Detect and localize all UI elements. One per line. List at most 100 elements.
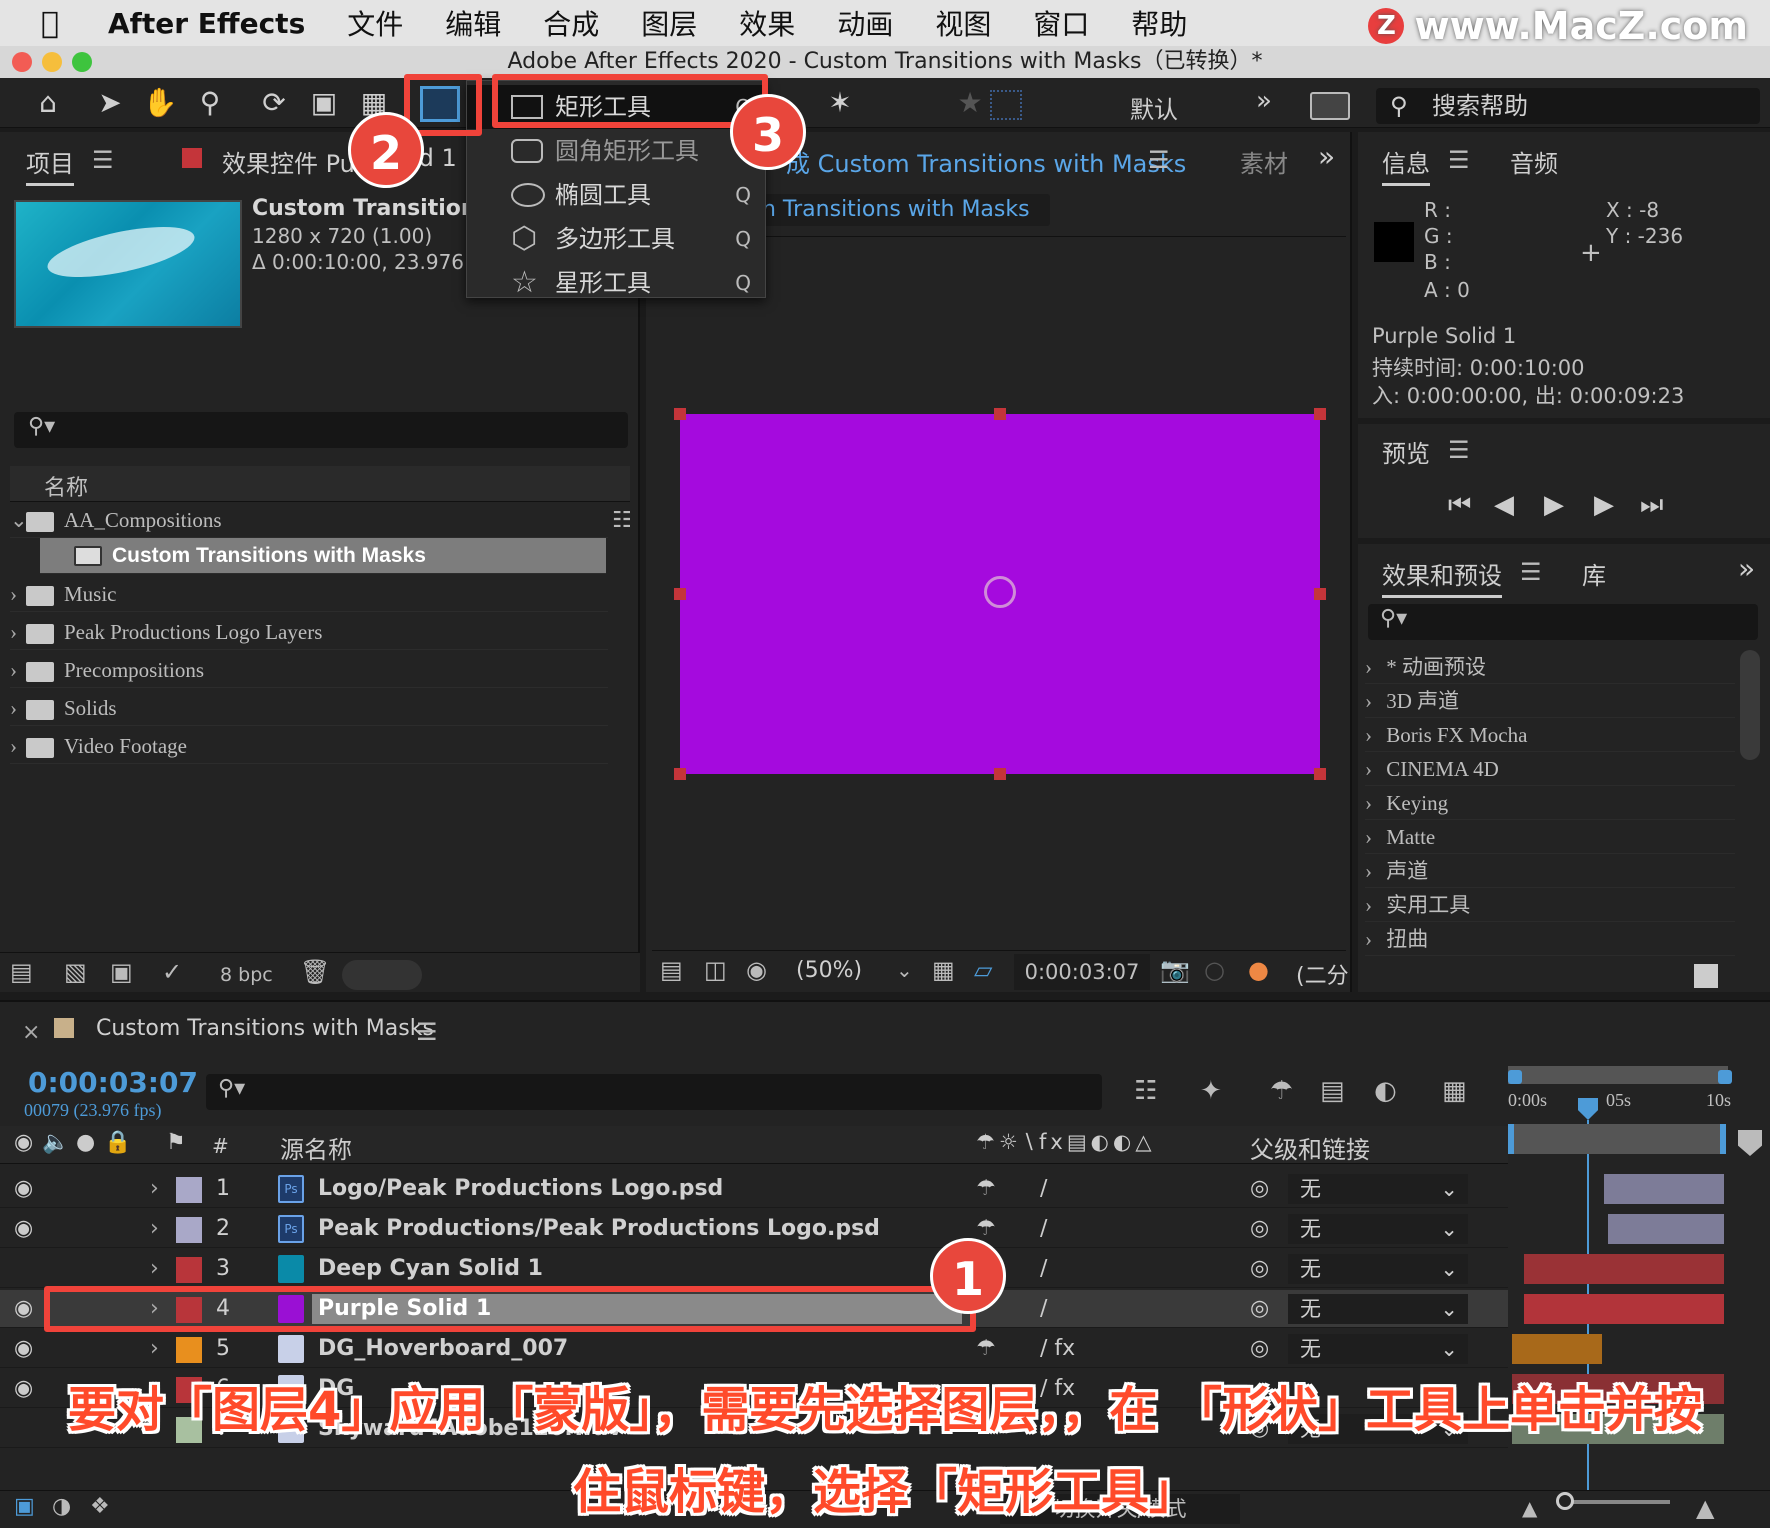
effects-item[interactable]: › Boris FX Mocha [1365,718,1735,752]
layer-name[interactable]: Peak Productions/Peak Productions Logo.p… [318,1210,880,1248]
parent-select[interactable]: 无 ⌄ [1288,1294,1468,1324]
table-row[interactable]: ◉ › 1 Ps Logo/Peak Productions Logo.psd … [0,1170,1508,1208]
effects-item[interactable]: › 3D 声道 [1365,684,1735,718]
new-composition-icon[interactable]: ▣ [110,958,133,986]
fx-switch-icon[interactable]: ∕ fx [1040,1330,1075,1368]
audio-icon[interactable]: 🔈 [42,1130,69,1155]
parent-select[interactable]: 无 ⌄ [1288,1214,1468,1244]
layer-handle-bc[interactable] [994,768,1006,780]
effects-menu-icon[interactable]: ☰ [1520,558,1542,586]
effects-item[interactable]: › CINEMA 4D [1365,752,1735,786]
menu-animation[interactable]: 动画 [837,3,893,43]
minimize-window-button[interactable] [42,52,62,72]
chevron-right-icon[interactable]: › [150,1330,159,1368]
transparency-grid-icon[interactable]: ▱ [974,956,992,984]
quality-switch-icon[interactable]: ∕ [1040,1170,1047,1208]
current-time[interactable]: 0:00:03:07 [28,1066,198,1099]
workspace-more-icon[interactable]: » [1256,86,1272,116]
last-frame-icon[interactable]: ⏭ [1640,490,1663,521]
tab-footage[interactable]: 素材 [1240,144,1288,179]
layer-handle-tl[interactable] [674,408,686,420]
lock-icon[interactable]: 🔒 [104,1130,131,1155]
parent-select[interactable]: 无 ⌄ [1288,1174,1468,1204]
rotate-tool-icon[interactable]: ⟳ [254,84,294,122]
effects-scrollbar[interactable] [1740,650,1760,760]
column-parent[interactable]: 父级和链接 [1250,1130,1370,1165]
list-item[interactable]: ⌄ AA_Compositions [10,502,608,538]
zoom-select[interactable]: (50%) [796,958,862,983]
effects-item[interactable]: › Keying [1365,786,1735,820]
anchor-point-icon[interactable] [984,576,1016,608]
layer-name[interactable]: DG_Hoverboard_007 [318,1330,568,1368]
interpret-footage-icon[interactable]: ▤ [10,958,33,986]
menu-item-polygon[interactable]: ⬡ 多边形工具 Q [467,217,767,261]
selection-tool-icon[interactable]: ➤ [90,84,130,122]
work-area-end[interactable] [1718,1070,1732,1084]
effects-search-input[interactable]: ⚲▾ [1368,604,1758,640]
eye-icon[interactable]: ◉ [14,1130,33,1155]
menu-composition[interactable]: 合成 [543,3,599,43]
camera-tool-icon[interactable]: ▣ [304,84,344,122]
pickwhip-icon[interactable]: ◎ [1250,1290,1269,1328]
always-preview-icon[interactable]: ▤ [660,956,683,984]
layer-name[interactable]: Deep Cyan Solid 1 [318,1250,543,1288]
search-help-field[interactable]: ⚲ 搜索帮助 [1376,88,1760,124]
list-item[interactable]: › Precompositions [10,652,608,688]
layer-bar[interactable] [1524,1294,1724,1324]
tab-timeline[interactable]: Custom Transitions with Masks [96,1016,434,1041]
tab-library[interactable]: 库 [1582,556,1606,591]
channels-icon[interactable]: ● [1248,956,1269,984]
work-area-bar[interactable] [1508,1066,1728,1084]
new-preset-icon[interactable] [1694,964,1718,988]
layer-bar[interactable] [1608,1214,1724,1244]
column-source-name[interactable]: 源名称 [280,1130,352,1165]
next-frame-icon[interactable]: ▶ [1594,490,1614,520]
panel-more-icon[interactable]: » [1318,140,1335,173]
tab-preview[interactable]: 预览 [1382,434,1430,469]
effects-item[interactable]: › Matte [1365,820,1735,854]
app-menu[interactable]: After Effects [108,7,305,40]
quality-switch-icon[interactable]: ∕ [1040,1250,1047,1288]
trash-icon[interactable]: 🗑 [300,958,330,986]
pickwhip-icon[interactable]: ◎ [1250,1210,1269,1248]
chevron-right-icon[interactable]: › [150,1170,159,1208]
play-icon[interactable]: ▶ [1544,490,1564,520]
frame-blending-icon[interactable]: ▤ [1320,1076,1345,1106]
menu-item-star[interactable]: ☆ 星形工具 Q [467,261,767,305]
zoom-tool-icon[interactable]: ⚲ [190,84,230,122]
timeline-menu-icon[interactable]: ☰ [416,1018,438,1046]
motion-blur-icon[interactable]: ◐ [1374,1076,1397,1106]
shy-icon[interactable]: ☂ [1270,1076,1293,1106]
home-icon[interactable]: ⌂ [28,84,68,122]
info-menu-icon[interactable]: ☰ [1448,146,1470,174]
layer-handle-ml[interactable] [674,588,686,600]
table-row[interactable]: › 3 Deep Cyan Solid 1 ∕ ◎ 无 ⌄ [0,1250,1508,1288]
tab-effect-controls[interactable]: 效果控件 Pu [222,144,355,179]
pickwhip-icon[interactable]: ◎ [1250,1250,1269,1288]
graph-editor-icon[interactable]: ▦ [1442,1076,1467,1106]
display-icon[interactable]: ◫ [704,956,727,984]
tab-audio[interactable]: 音频 [1510,144,1558,179]
list-item[interactable]: › Video Footage [10,728,608,764]
layer-handle-tc[interactable] [994,408,1006,420]
workspace-settings-icon[interactable] [1310,92,1350,120]
parent-select[interactable]: 无 ⌄ [1288,1334,1468,1364]
menu-view[interactable]: 视图 [935,3,991,43]
chevron-right-icon[interactable]: › [150,1250,159,1288]
panel-more-icon[interactable]: » [1738,552,1755,585]
effects-item[interactable]: › 扭曲 [1365,922,1735,956]
hand-tool-icon[interactable]: ✋ [140,84,180,122]
tab-effects-presets[interactable]: 效果和预设 [1382,556,1502,598]
timeline-search-input[interactable]: ⚲▾ [206,1074,1102,1110]
project-settings-icon[interactable]: ✓ [162,958,182,986]
new-folder-icon[interactable]: ▧ [64,958,87,986]
label-color[interactable] [176,1217,202,1243]
layer-name[interactable]: Logo/Peak Productions Logo.psd [318,1170,723,1208]
project-search-input[interactable]: ⚲▾ [14,412,628,448]
layer-handle-mr[interactable] [1314,588,1326,600]
column-number[interactable]: # [212,1134,229,1158]
menu-effect[interactable]: 效果 [739,3,795,43]
label-color[interactable] [176,1257,202,1283]
pickwhip-icon[interactable]: ◎ [1250,1330,1269,1368]
first-frame-icon[interactable]: ⏮ [1448,490,1471,521]
